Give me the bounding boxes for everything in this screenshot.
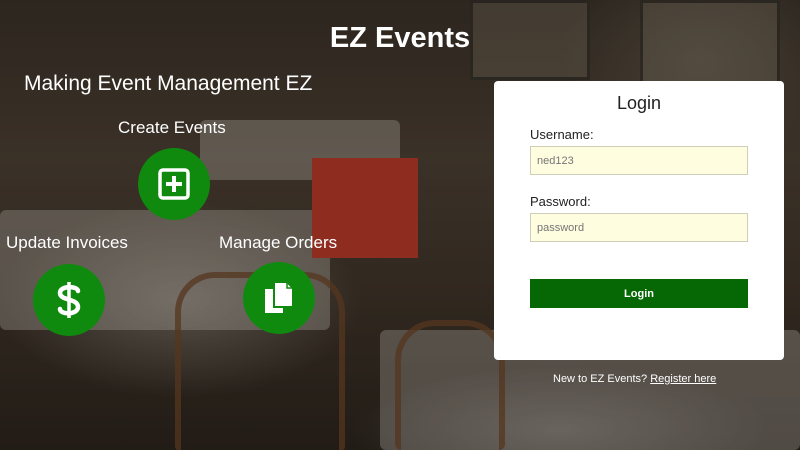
username-input[interactable] bbox=[530, 146, 748, 175]
password-input[interactable] bbox=[530, 213, 748, 242]
login-button[interactable]: Login bbox=[530, 279, 748, 308]
dollar-icon bbox=[57, 282, 81, 318]
update-invoices-button[interactable] bbox=[33, 264, 105, 336]
login-title: Login bbox=[616, 93, 662, 113]
password-label: Password: bbox=[530, 194, 591, 209]
register-prompt: New to EZ Events? Register here bbox=[553, 373, 716, 385]
username-label: Username: bbox=[530, 127, 594, 142]
landing-page: EZ Events Making Event Management EZ Cre… bbox=[0, 0, 800, 450]
create-events-button[interactable] bbox=[138, 148, 210, 220]
update-invoices-label: Update Invoices bbox=[6, 233, 128, 252]
manage-orders-label: Manage Orders bbox=[219, 233, 338, 252]
app-title: EZ Events bbox=[329, 22, 471, 54]
manage-orders-button[interactable] bbox=[243, 262, 315, 334]
register-prompt-text: New to EZ Events? bbox=[553, 373, 651, 385]
create-events-label: Create Events bbox=[118, 118, 226, 137]
login-card: Login Username: Password: Login bbox=[494, 81, 784, 360]
tagline: Making Event Management EZ bbox=[24, 72, 313, 95]
register-link[interactable]: Register here bbox=[650, 373, 716, 385]
plus-square-icon bbox=[158, 168, 190, 200]
copy-documents-icon bbox=[265, 281, 294, 313]
